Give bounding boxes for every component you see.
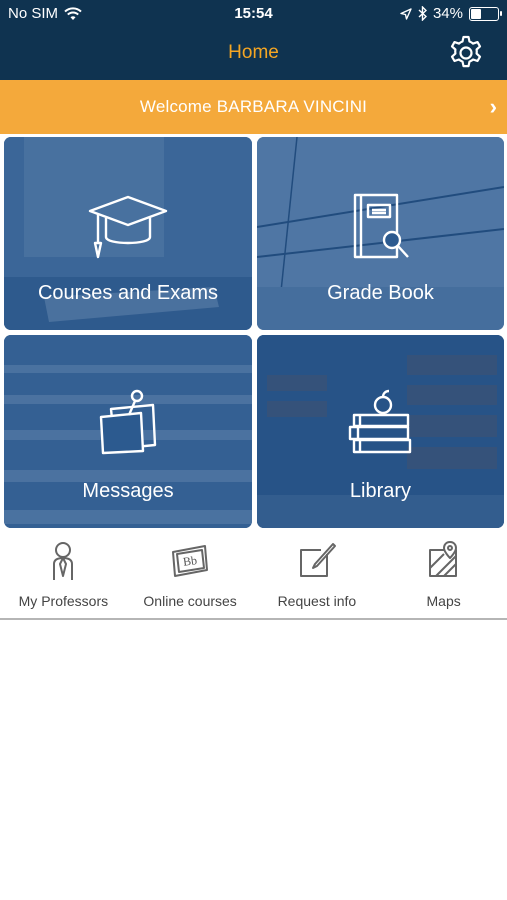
- shortcut-maps[interactable]: Maps: [380, 532, 507, 618]
- edit-note-icon: [299, 543, 336, 577]
- graduation-cap-icon: [88, 195, 168, 259]
- location-arrow-icon: [400, 7, 412, 20]
- gradebook-search-icon: [353, 193, 409, 259]
- shortcut-label: My Professors: [18, 593, 109, 609]
- tile-label: Grade Book: [327, 282, 434, 304]
- professor-icon: [53, 542, 74, 580]
- battery-icon: [469, 6, 502, 21]
- welcome-banner[interactable]: Welcome BARBARA VINCINI ›: [0, 80, 507, 134]
- tile-label: Courses and Exams: [37, 282, 219, 304]
- tile-grade-book[interactable]: Grade Book: [257, 137, 504, 330]
- tile-library[interactable]: Library: [257, 335, 504, 528]
- shortcut-label: Maps: [426, 593, 461, 609]
- map-icon: [428, 541, 457, 577]
- chevron-right-icon: ›: [489, 94, 497, 119]
- pinned-notes-icon: [99, 389, 157, 455]
- svg-text:Bb: Bb: [182, 553, 198, 569]
- books-apple-icon: [348, 389, 411, 454]
- welcome-text: Welcome BARBARA VINCINI: [139, 97, 368, 116]
- status-bar: No SIM 15:54 34%: [0, 0, 507, 28]
- battery-percentage: 34%: [432, 5, 463, 22]
- tile-messages[interactable]: Messages: [4, 335, 252, 528]
- tile-label: Library: [349, 480, 412, 502]
- shortcut-request-info[interactable]: Request info: [254, 532, 381, 618]
- shortcut-label: Request info: [277, 593, 357, 609]
- bluetooth-icon: [418, 6, 427, 21]
- shortcut-online-courses[interactable]: Bb Online courses: [127, 532, 254, 618]
- shortcut-bar: My Professors Bb Online courses Request …: [0, 532, 507, 620]
- tile-label: Messages: [82, 480, 174, 502]
- shortcut-label: Online courses: [143, 593, 237, 609]
- status-right: 34%: [400, 5, 502, 22]
- tile-courses-and-exams[interactable]: Courses and Exams: [4, 137, 252, 330]
- blackboard-bb-icon: Bb: [172, 545, 209, 577]
- settings-button[interactable]: [447, 34, 485, 72]
- battery-fill: [471, 8, 481, 19]
- nav-bar: Home: [0, 28, 507, 80]
- shortcut-my-professors[interactable]: My Professors: [0, 532, 127, 618]
- gear-icon: [450, 35, 482, 68]
- page-title: Home: [228, 42, 279, 63]
